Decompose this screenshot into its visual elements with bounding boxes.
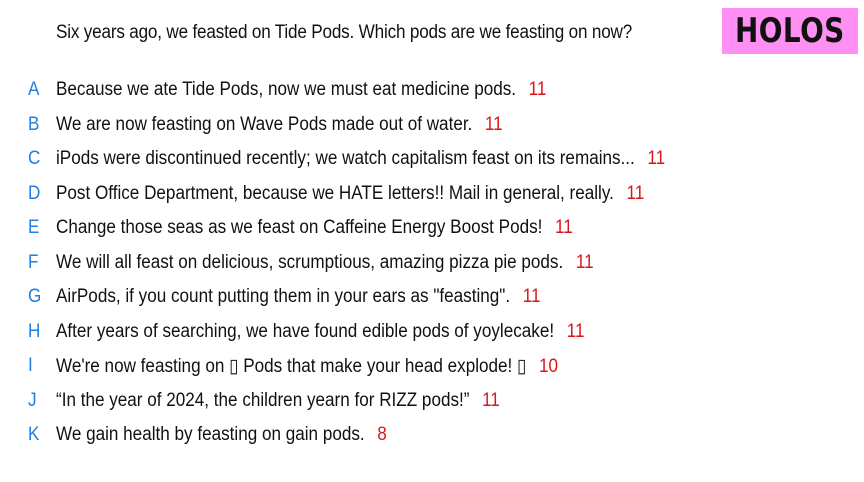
vote-count: 11 (626, 182, 645, 204)
answer-row: H After years of searching, we have foun… (28, 315, 733, 350)
vote-count: 11 (647, 148, 666, 170)
answer-row: I We're now feasting on ▯ Pods that make… (28, 349, 733, 384)
answer-row: C iPods were discontinued recently; we w… (28, 142, 733, 177)
answer-row: D Post Office Department, because we HAT… (28, 177, 733, 212)
answer-letter: I (28, 355, 33, 377)
brand-badge: HOLOS (722, 8, 858, 54)
answer-row: G AirPods, if you count putting them in … (28, 280, 733, 315)
answer-text: Because we ate Tide Pods, now we must ea… (56, 79, 517, 101)
answer-letter: C (28, 148, 41, 170)
answer-row: K We gain health by feasting on gain pod… (28, 418, 733, 453)
answer-text: AirPods, if you count putting them in yo… (56, 286, 511, 308)
answer-text: Change those seas as we feast on Caffein… (56, 217, 543, 239)
answer-text: We will all feast on delicious, scrumpti… (56, 251, 564, 273)
answer-text: We're now feasting on ▯ Pods that make y… (56, 355, 527, 377)
answer-text: Post Office Department, because we HATE … (56, 182, 614, 204)
answer-text: We are now feasting on Wave Pods made ou… (56, 113, 473, 135)
answer-row: B We are now feasting on Wave Pods made … (28, 108, 733, 143)
answer-list: A Because we ate Tide Pods, now we must … (28, 73, 733, 453)
answer-text: iPods were discontinued recently; we wat… (56, 148, 635, 170)
answer-letter: D (28, 182, 41, 204)
vote-count: 11 (484, 113, 503, 135)
answer-letter: K (28, 424, 40, 446)
vote-count: 11 (528, 79, 547, 101)
answer-letter: E (28, 217, 40, 239)
answer-letter: G (28, 286, 42, 308)
vote-count: 11 (575, 251, 594, 273)
answer-row: J “In the year of 2024, the children yea… (28, 384, 733, 419)
vote-count: 8 (377, 424, 387, 446)
answer-row: F We will all feast on delicious, scrump… (28, 246, 733, 281)
answer-text: We gain health by feasting on gain pods. (56, 424, 365, 446)
answer-letter: A (28, 79, 40, 101)
answer-letter: H (28, 320, 41, 342)
vote-count: 11 (522, 286, 541, 308)
answer-text: After years of searching, we have found … (56, 320, 555, 342)
vote-count: 11 (554, 217, 573, 239)
vote-count: 11 (566, 320, 585, 342)
answer-row: A Because we ate Tide Pods, now we must … (28, 73, 733, 108)
vote-count: 10 (539, 355, 559, 377)
answer-letter: J (28, 389, 37, 411)
answer-row: E Change those seas as we feast on Caffe… (28, 211, 733, 246)
brand-logo-text: HOLOS (735, 11, 845, 51)
vote-count: 11 (482, 389, 500, 411)
answer-letter: B (28, 113, 40, 135)
answer-letter: F (28, 251, 39, 273)
question-text: Six years ago, we feasted on Tide Pods. … (56, 22, 633, 43)
answer-text: “In the year of 2024, the children yearn… (56, 389, 470, 411)
